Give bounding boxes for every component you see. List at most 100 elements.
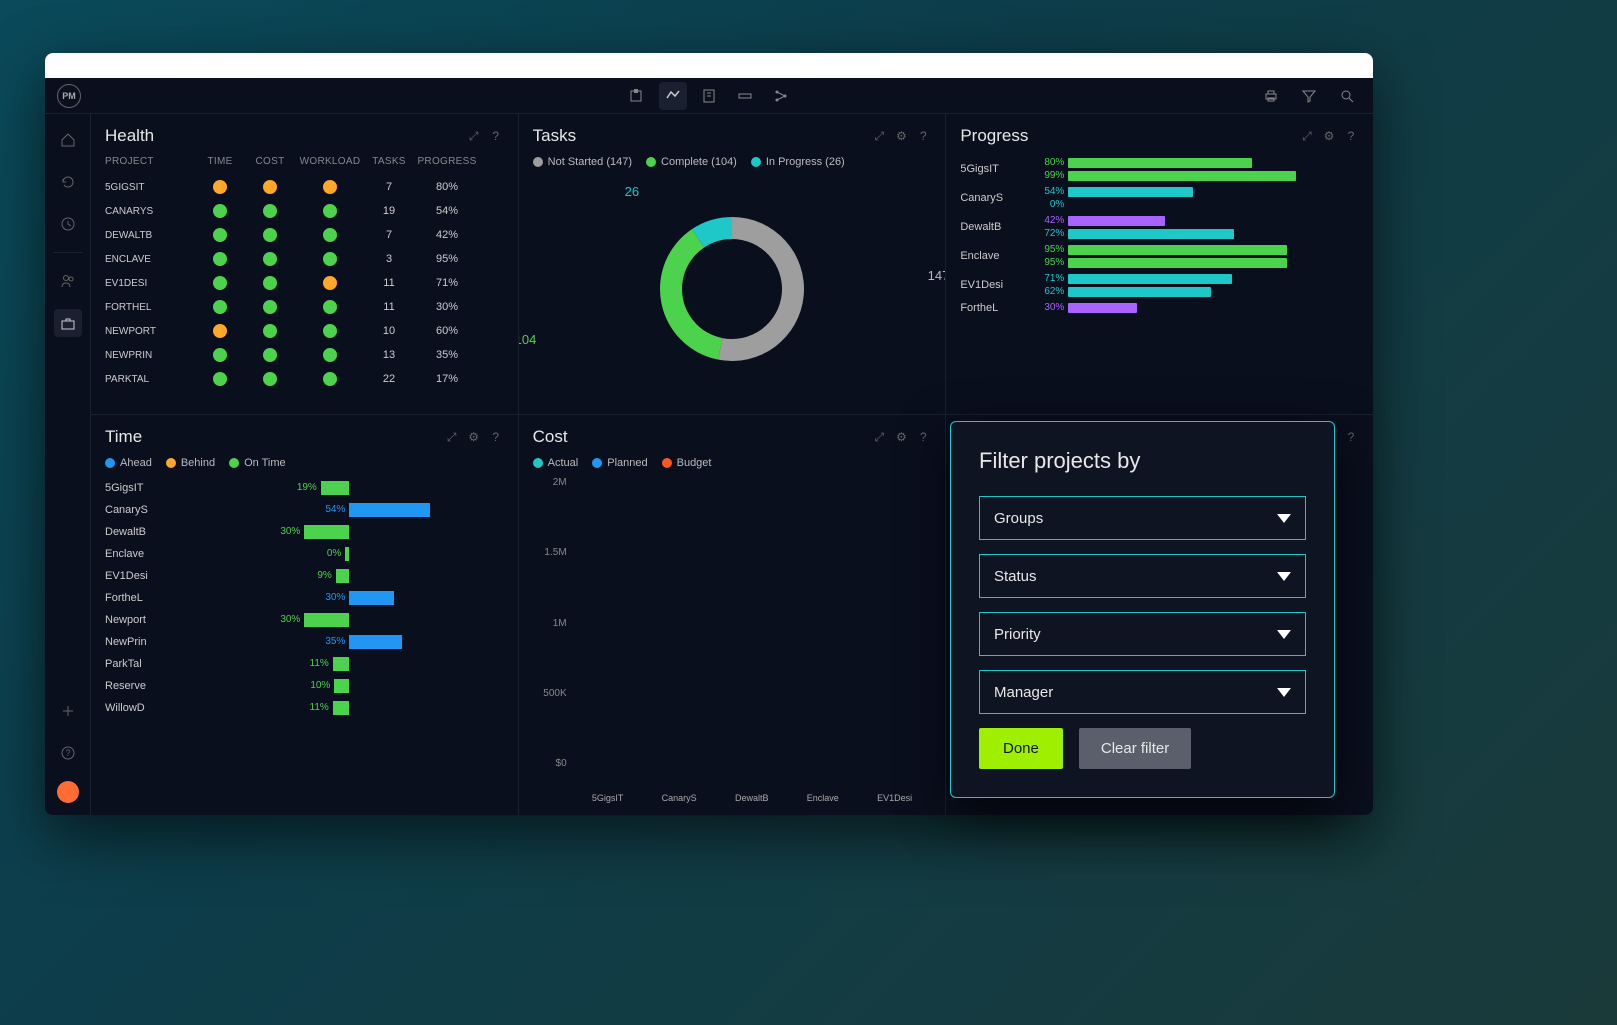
help-icon[interactable]: ? [488, 128, 504, 144]
gear-icon[interactable]: ⚙ [893, 128, 909, 144]
filter-select-priority[interactable]: Priority [979, 612, 1306, 656]
avatar[interactable] [57, 781, 79, 803]
y-tick: 500K [533, 688, 567, 699]
table-row[interactable]: NEWPORT1060% [105, 319, 504, 343]
help-icon[interactable]: ? [915, 128, 931, 144]
column-header: PROJECT [105, 156, 195, 167]
filter-select-status[interactable]: Status [979, 554, 1306, 598]
chevron-down-icon [1277, 514, 1291, 523]
status-dot-cell [245, 300, 295, 314]
briefcase-icon[interactable] [54, 309, 82, 337]
help-icon[interactable]: ? [54, 739, 82, 767]
progress-pct: 71% [413, 277, 481, 289]
time-track: 30% [195, 613, 504, 627]
chevron-down-icon [1277, 630, 1291, 639]
help-icon[interactable]: ? [1343, 429, 1359, 445]
legend-item: Planned [592, 457, 647, 469]
project-name: EV1Desi [960, 279, 1032, 291]
clock-icon[interactable] [54, 210, 82, 238]
progress-bar [1068, 229, 1234, 239]
expand-icon[interactable]: ⤢ [871, 128, 887, 144]
progress-row: 5GigsIT80%99% [960, 156, 1359, 182]
help-icon[interactable]: ? [1343, 128, 1359, 144]
panel-time: Time ⤢ ⚙ ? AheadBehindOn Time 5GigsIT19%… [91, 415, 518, 815]
table-row[interactable]: CANARYS1954% [105, 199, 504, 223]
time-track: 35% [195, 635, 504, 649]
view-icon-5[interactable] [767, 82, 795, 110]
view-icon-3[interactable] [695, 82, 723, 110]
project-name: DewaltB [105, 526, 195, 538]
view-icon-dashboard[interactable] [659, 82, 687, 110]
progress-pct: 17% [413, 373, 481, 385]
view-icon-4[interactable] [731, 82, 759, 110]
donut-segment[interactable] [660, 229, 722, 360]
filter-select-groups[interactable]: Groups [979, 496, 1306, 540]
filter-select-label: Groups [994, 510, 1043, 527]
filter-icon[interactable] [1295, 82, 1323, 110]
status-dot-cell [195, 204, 245, 218]
time-row: EV1Desi9% [105, 565, 504, 587]
panel-title: Time [105, 427, 142, 447]
status-dot-cell [195, 180, 245, 194]
status-dot-cell [295, 300, 365, 314]
donut-label-complete: 104 [519, 332, 537, 347]
time-row: Enclave0% [105, 543, 504, 565]
help-icon[interactable]: ? [915, 429, 931, 445]
status-dot-cell [195, 348, 245, 362]
table-row[interactable]: DEWALTB742% [105, 223, 504, 247]
table-row[interactable]: FORTHEL1130% [105, 295, 504, 319]
progress-pct-label: 30% [1032, 302, 1068, 313]
project-name: PARKTAL [105, 374, 195, 385]
project-name: CanaryS [960, 192, 1032, 204]
filter-select-label: Priority [994, 626, 1041, 643]
time-track: 10% [195, 679, 504, 693]
expand-icon[interactable]: ⤢ [1299, 128, 1315, 144]
panel-progress: Progress ⤢ ⚙ ? 5GigsIT80%99%CanaryS54%0%… [946, 114, 1373, 414]
project-name: 5GigsIT [105, 482, 195, 494]
plus-icon[interactable] [54, 697, 82, 725]
progress-bar [1068, 158, 1252, 168]
time-track: 11% [195, 657, 504, 671]
table-row[interactable]: EV1DESI1171% [105, 271, 504, 295]
table-row[interactable]: 5GIGSIT780% [105, 175, 504, 199]
project-name: 5GigsIT [960, 163, 1032, 175]
search-icon[interactable] [1333, 82, 1361, 110]
done-button[interactable]: Done [979, 728, 1063, 769]
expand-icon[interactable]: ⤢ [466, 128, 482, 144]
time-track: 54% [195, 503, 504, 517]
people-icon[interactable] [54, 267, 82, 295]
donut-label-inprogress: 26 [625, 184, 639, 199]
gear-icon[interactable]: ⚙ [893, 429, 909, 445]
progress-pct-label: 99% [1032, 170, 1068, 181]
panel-title: Progress [960, 126, 1028, 146]
help-icon[interactable]: ? [488, 429, 504, 445]
app-logo[interactable]: PM [57, 84, 81, 108]
tasks-count: 11 [365, 301, 413, 313]
view-icon-1[interactable] [623, 82, 651, 110]
project-name: DewaltB [960, 221, 1032, 233]
gear-icon[interactable]: ⚙ [466, 429, 482, 445]
status-dot-cell [295, 180, 365, 194]
progress-bar [1068, 171, 1296, 181]
home-icon[interactable] [54, 126, 82, 154]
legend-item: Actual [533, 457, 579, 469]
table-row[interactable]: NEWPRIN1335% [105, 343, 504, 367]
progress-bar [1068, 245, 1287, 255]
status-dot-cell [195, 252, 245, 266]
expand-icon[interactable]: ⤢ [871, 429, 887, 445]
table-row[interactable]: ENCLAVE395% [105, 247, 504, 271]
refresh-icon[interactable] [54, 168, 82, 196]
print-icon[interactable] [1257, 82, 1285, 110]
gear-icon[interactable]: ⚙ [1321, 128, 1337, 144]
table-row[interactable]: PARKTAL2217% [105, 367, 504, 391]
filter-select-manager[interactable]: Manager [979, 670, 1306, 714]
status-dot [263, 252, 277, 266]
project-name: EV1DESI [105, 278, 195, 289]
column-header: COST [245, 156, 295, 167]
expand-icon[interactable]: ⤢ [444, 429, 460, 445]
clear-filter-button[interactable]: Clear filter [1079, 728, 1191, 769]
tasks-count: 19 [365, 205, 413, 217]
donut-label-notstarted: 147 [928, 268, 946, 283]
progress-row: DewaltB42%72% [960, 214, 1359, 240]
progress-bar [1068, 258, 1287, 268]
